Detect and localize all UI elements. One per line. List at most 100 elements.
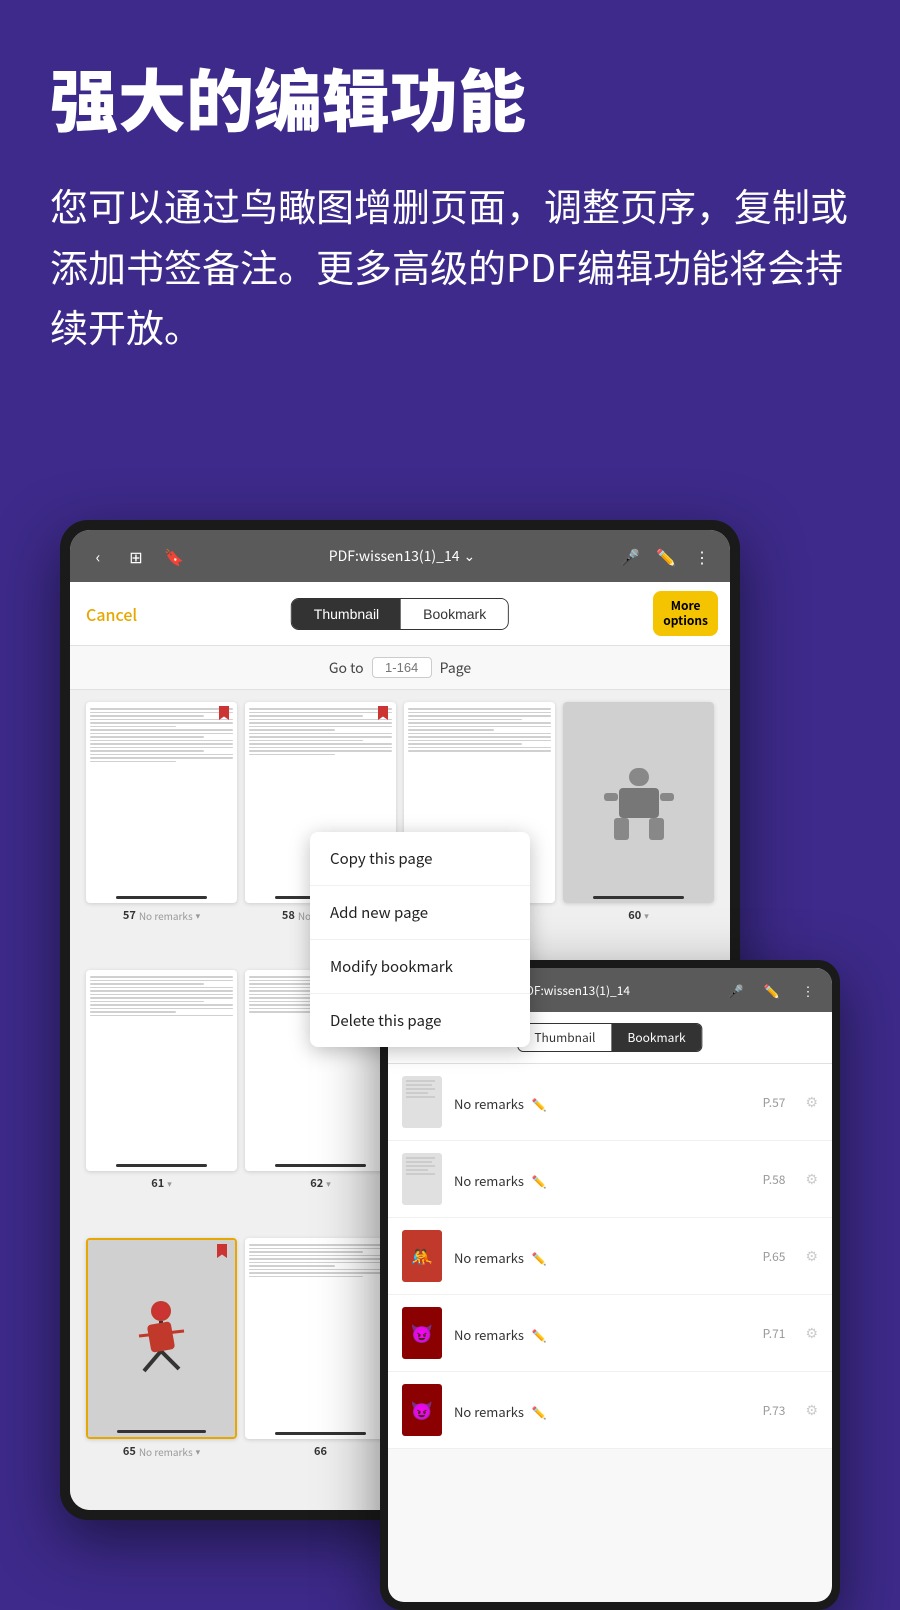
gear-icon-58[interactable]: ⚙ <box>805 1169 818 1189</box>
bookmark-thumb-73: 😈 <box>402 1384 442 1436</box>
small-more-icon[interactable]: ⋮ <box>796 978 820 1002</box>
tab-buttons: Thumbnail Bookmark <box>291 598 509 630</box>
small-tablet-screen: ‹ PDF:wissen13(1)_14 🎤 ✏️ ⋮ Cancel Thumb… <box>388 968 832 1602</box>
bookmark-icon[interactable]: 🔖 <box>162 544 186 568</box>
bookmark-info-65: No remarks ✏️ <box>454 1244 751 1268</box>
thumb-item-65[interactable]: 65 No remarks ▾ <box>86 1238 237 1498</box>
bookmark-remarks-65: No remarks <box>454 1248 524 1267</box>
pencil-icon-71: ✏️ <box>532 1327 547 1344</box>
bookmark-remarks-58: No remarks <box>454 1171 524 1190</box>
tab-bar: Cancel Thumbnail Bookmark Moreoptions <box>70 582 730 646</box>
bookmark-remarks-73: No remarks <box>454 1402 524 1421</box>
thumb-item-61[interactable]: 61 ▾ <box>86 970 237 1230</box>
gear-icon-73[interactable]: ⚙ <box>805 1400 818 1420</box>
small-filename: PDF:wissen13(1)_14 <box>518 982 630 999</box>
more-icon[interactable]: ⋮ <box>690 544 714 568</box>
bookmark-thumb-58 <box>402 1153 442 1205</box>
small-mic-icon[interactable]: 🎤 <box>724 978 748 1002</box>
page-image-60 <box>563 702 714 903</box>
gear-icon-71[interactable]: ⚙ <box>805 1323 818 1343</box>
thumb-label-60: 60 ▾ <box>628 907 649 923</box>
bookmark-page-71: P.71 <box>763 1325 786 1342</box>
bookmark-remarks-71: No remarks <box>454 1325 524 1344</box>
page-content-57 <box>86 702 237 770</box>
mic-icon[interactable]: 🎤 <box>618 544 642 568</box>
goto-prefix: Go to <box>329 658 364 678</box>
context-menu-add[interactable]: Add new page <box>310 886 530 940</box>
context-menu-delete[interactable]: Delete this page <box>310 994 530 1047</box>
bookmark-tab[interactable]: Bookmark <box>401 599 508 629</box>
goto-suffix: Page <box>440 658 472 678</box>
bookmark-info-58: No remarks ✏️ <box>454 1167 751 1191</box>
pencil-icon-58: ✏️ <box>532 1173 547 1190</box>
thumb-item-60[interactable]: 60 ▾ <box>563 702 714 962</box>
page-image-65 <box>88 1240 235 1437</box>
pencil-icon-57: ✏️ <box>532 1096 547 1113</box>
page-content-66 <box>245 1238 396 1285</box>
figure-svg-60 <box>604 763 674 843</box>
more-options-button[interactable]: Moreoptions <box>653 591 718 636</box>
bookmark-thumb-57 <box>402 1076 442 1128</box>
thumb-page-57[interactable] <box>86 702 237 903</box>
bookmark-row-71[interactable]: 😈 No remarks ✏️ P.71 ⚙ <box>388 1295 832 1372</box>
thumb-page-65[interactable] <box>86 1238 237 1439</box>
bookmark-info-71: No remarks ✏️ <box>454 1321 751 1345</box>
device-area: ‹ ⊞ 🔖 PDF:wissen13(1)_14 ⌄ 🎤 ✏️ ⋮ Cancel <box>60 520 840 1600</box>
page-content-61 <box>86 970 237 1024</box>
pencil-icon-73: ✏️ <box>532 1404 547 1421</box>
thumb-label-62: 62 ▾ <box>310 1175 331 1191</box>
thumb-item-66[interactable]: 66 <box>245 1238 396 1498</box>
topbar-filename: PDF:wissen13(1)_14 ⌄ <box>329 546 475 566</box>
cancel-button[interactable]: Cancel <box>86 602 137 626</box>
thumb-page-61[interactable] <box>86 970 237 1171</box>
thumb-label-57: 57 No remarks ▾ <box>123 907 200 923</box>
context-menu: Copy this page Add new page Modify bookm… <box>310 832 530 1047</box>
gear-icon-65[interactable]: ⚙ <box>805 1246 818 1266</box>
bookmark-thumb-65: 🤼 <box>402 1230 442 1282</box>
page-content-59 <box>404 702 555 760</box>
thumb-label-61: 61 ▾ <box>151 1175 172 1191</box>
thumb-page-66[interactable] <box>245 1238 396 1439</box>
bookmark-remarks-57: No remarks <box>454 1094 524 1113</box>
goto-input[interactable] <box>372 657 432 678</box>
edit-icon[interactable]: ✏️ <box>654 544 678 568</box>
thumb-item-57[interactable]: 57 No remarks ▾ <box>86 702 237 962</box>
bookmark-page-65: P.65 <box>763 1248 786 1265</box>
small-topbar-right: 🎤 ✏️ ⋮ <box>724 978 820 1002</box>
hero-description: 您可以通过鸟瞰图增删页面，调整页序，复制或添加书签备注。更多高级的PDF编辑功能… <box>50 175 850 357</box>
tablet-topbar: ‹ ⊞ 🔖 PDF:wissen13(1)_14 ⌄ 🎤 ✏️ ⋮ <box>70 530 730 582</box>
small-thumbnail-tab[interactable]: Thumbnail <box>518 1024 611 1051</box>
topbar-right: 🎤 ✏️ ⋮ <box>618 544 714 568</box>
thumb-label-65: 65 No remarks ▾ <box>123 1443 200 1459</box>
grid-icon[interactable]: ⊞ <box>124 544 148 568</box>
pencil-icon-65: ✏️ <box>532 1250 547 1267</box>
bookmark-thumb-71: 😈 <box>402 1307 442 1359</box>
bookmark-row-57[interactable]: No remarks ✏️ P.57 ⚙ <box>388 1064 832 1141</box>
bookmark-info-73: No remarks ✏️ <box>454 1398 751 1422</box>
context-menu-copy[interactable]: Copy this page <box>310 832 530 886</box>
bookmark-row-65[interactable]: 🤼 No remarks ✏️ P.65 ⚙ <box>388 1218 832 1295</box>
hero-title: 强大的编辑功能 <box>50 60 850 135</box>
bookmark-info-57: No remarks ✏️ <box>454 1090 751 1114</box>
small-bookmark-tab[interactable]: Bookmark <box>611 1024 701 1051</box>
small-tab-buttons: Thumbnail Bookmark <box>517 1023 702 1052</box>
goto-bar: Go to Page <box>70 646 730 690</box>
bookmark-page-73: P.73 <box>763 1402 786 1419</box>
martial-svg <box>129 1301 194 1376</box>
bookmark-page-57: P.57 <box>763 1094 786 1111</box>
small-edit-icon[interactable]: ✏️ <box>760 978 784 1002</box>
thumbnail-tab[interactable]: Thumbnail <box>292 599 401 629</box>
context-menu-bookmark[interactable]: Modify bookmark <box>310 940 530 994</box>
hero-section: 强大的编辑功能 您可以通过鸟瞰图增删页面，调整页序，复制或添加书签备注。更多高级… <box>0 0 900 387</box>
page-content-58 <box>245 702 396 763</box>
bookmark-row-73[interactable]: 😈 No remarks ✏️ P.73 ⚙ <box>388 1372 832 1449</box>
bookmark-page-58: P.58 <box>763 1171 786 1188</box>
small-tablet: ‹ PDF:wissen13(1)_14 🎤 ✏️ ⋮ Cancel Thumb… <box>380 960 840 1610</box>
thumb-label-66: 66 <box>314 1443 327 1459</box>
thumb-page-60[interactable] <box>563 702 714 903</box>
bookmark-row-58[interactable]: No remarks ✏️ P.58 ⚙ <box>388 1141 832 1218</box>
topbar-left: ‹ ⊞ 🔖 <box>86 544 186 568</box>
bookmark-list: No remarks ✏️ P.57 ⚙ <box>388 1064 832 1449</box>
back-icon[interactable]: ‹ <box>86 544 110 568</box>
gear-icon-57[interactable]: ⚙ <box>805 1092 818 1112</box>
